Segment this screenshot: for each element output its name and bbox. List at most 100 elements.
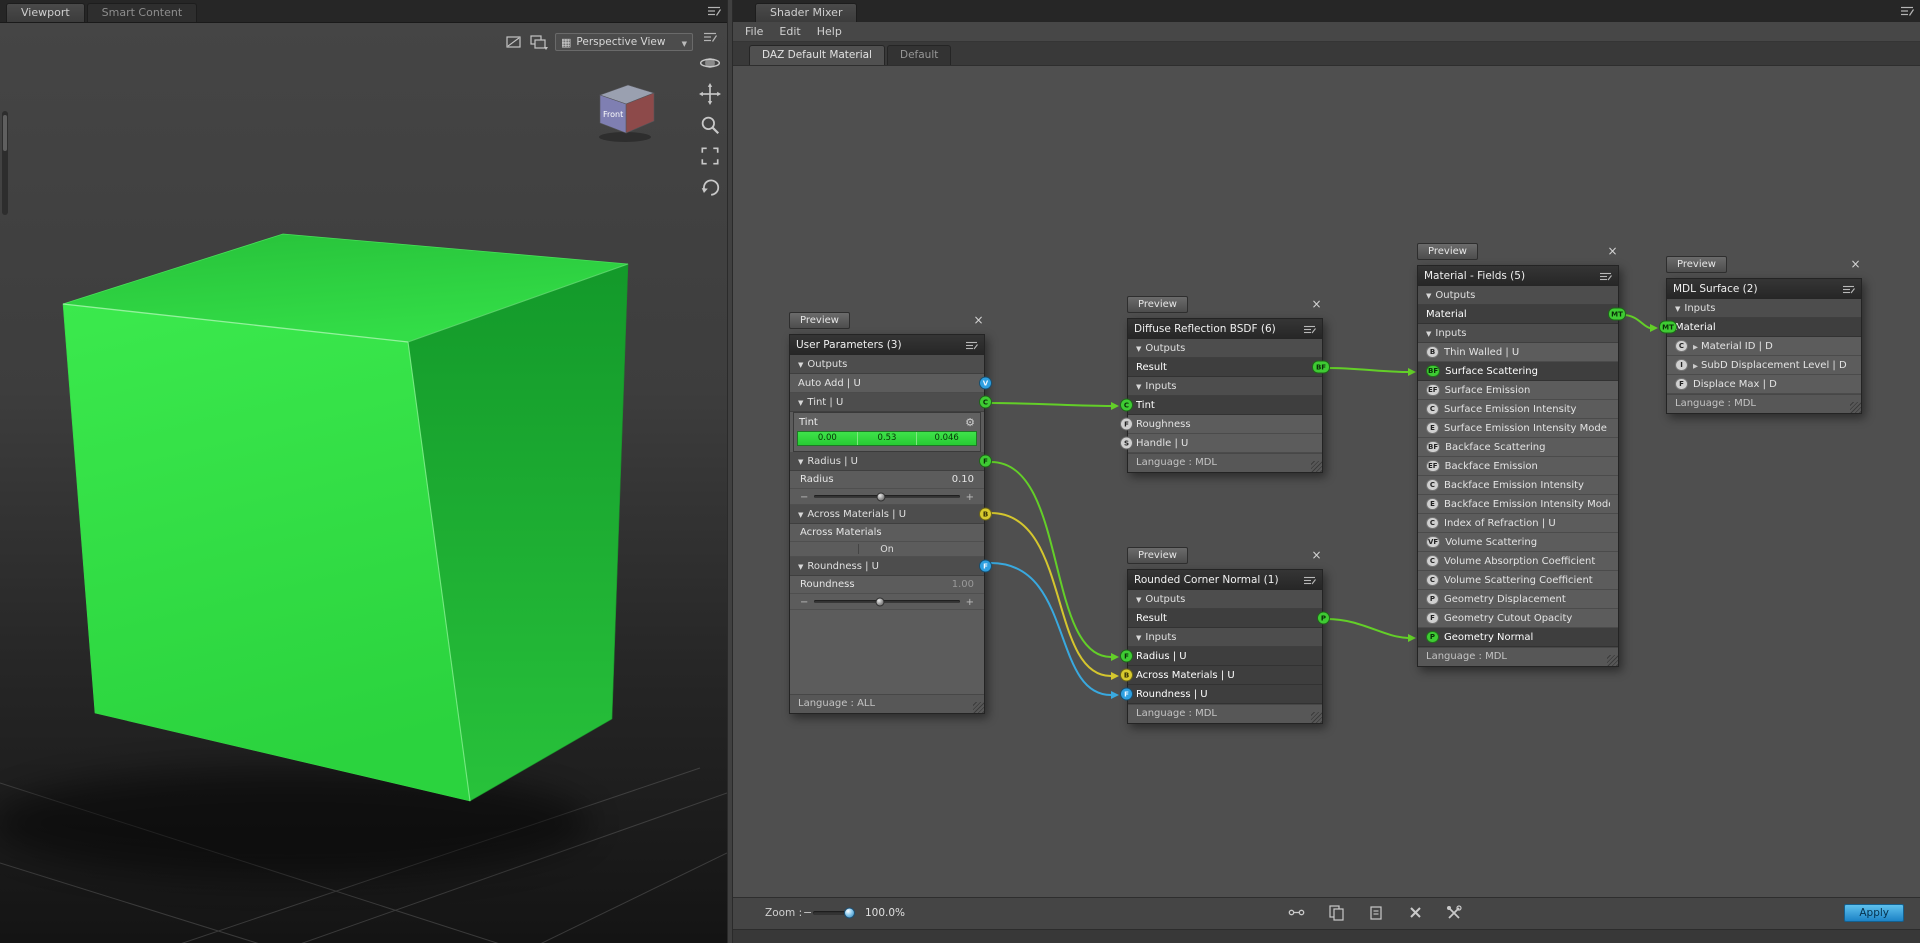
viewport-3d[interactable]: Perspective View xyxy=(0,22,727,943)
node-menu-icon[interactable] xyxy=(1600,272,1612,281)
socket-badge[interactable]: C xyxy=(1426,574,1439,586)
socket-badge[interactable]: BF xyxy=(1426,365,1441,377)
resize-grip[interactable] xyxy=(1311,712,1322,723)
socket-badge[interactable]: EF xyxy=(1426,384,1440,396)
socket-badge[interactable]: C xyxy=(1426,517,1439,529)
node-menu-icon[interactable] xyxy=(1843,285,1855,294)
node-title-bar[interactable]: MDL Surface (2) xyxy=(1667,279,1861,299)
node-row[interactable]: C Volume Absorption Coefficient xyxy=(1418,552,1618,571)
output-socket[interactable]: BF xyxy=(1312,360,1330,374)
node-title-bar[interactable]: User Parameters (3) xyxy=(790,335,984,355)
panel-menu-icon[interactable] xyxy=(1900,5,1914,17)
node-menu-icon[interactable] xyxy=(1304,325,1316,334)
node-row[interactable]: Radius | U F xyxy=(1120,647,1322,666)
roundness-section-row[interactable]: Roundness | U F xyxy=(790,557,992,576)
input-socket[interactable]: S xyxy=(1120,436,1133,450)
node-title-bar[interactable]: Diffuse Reflection BSDF (6) xyxy=(1128,319,1322,339)
tab-default[interactable]: Default xyxy=(886,45,952,65)
node-row[interactable]: F Geometry Cutout Opacity xyxy=(1418,609,1618,628)
tint-section-row[interactable]: Tint | U C xyxy=(790,393,992,412)
socket-badge[interactable]: E xyxy=(1426,498,1439,510)
node-menu-icon[interactable] xyxy=(966,341,978,350)
viewport-scrollbar[interactable] xyxy=(2,111,8,215)
node-row[interactable]: Outputs xyxy=(1128,590,1322,609)
frame-view-icon[interactable] xyxy=(699,145,721,167)
slider-plus-icon[interactable] xyxy=(966,595,974,608)
node-title-bar[interactable]: Rounded Corner Normal (1) xyxy=(1128,570,1322,590)
preview-button[interactable]: Preview xyxy=(1127,547,1188,564)
auto-add-row[interactable]: Auto Add | U V xyxy=(790,374,992,393)
node-row[interactable]: E Backface Emission Intensity Mode | U xyxy=(1418,495,1618,514)
node-row[interactable]: Inputs xyxy=(1128,377,1322,396)
apply-button[interactable]: Apply xyxy=(1844,904,1904,922)
socket-badge[interactable]: F xyxy=(1675,378,1688,390)
socket-badge[interactable]: BF xyxy=(1426,441,1441,453)
node-row[interactable]: Outputs xyxy=(1418,286,1618,305)
node-row[interactable]: Outputs xyxy=(1128,339,1322,358)
node-row[interactable]: P Geometry Displacement xyxy=(1418,590,1618,609)
socket-badge[interactable]: F xyxy=(1426,612,1439,624)
close-node-icon[interactable] xyxy=(972,314,985,327)
camera-options-icon[interactable] xyxy=(529,34,549,50)
node-row[interactable]: Roundness | U F xyxy=(1120,685,1322,704)
node-material-fields[interactable]: Preview Material - Fields (5) xyxy=(1417,243,1626,667)
output-socket[interactable]: MT xyxy=(1608,307,1626,321)
tab-shader-mixer[interactable]: Shader Mixer xyxy=(755,3,858,22)
slider-minus-icon[interactable] xyxy=(800,595,808,608)
node-row[interactable]: Tint C xyxy=(1120,396,1322,415)
node-row[interactable]: Inputs xyxy=(1667,299,1861,318)
node-row[interactable]: VF Volume Scattering xyxy=(1418,533,1618,552)
viewport-options-icon[interactable] xyxy=(703,31,717,43)
node-row[interactable]: Handle | U S xyxy=(1120,434,1322,453)
node-row[interactable]: Inputs xyxy=(1128,628,1322,647)
socket-badge[interactable]: C xyxy=(1426,555,1439,567)
node-row[interactable]: B Thin Walled | U xyxy=(1418,343,1618,362)
preview-button[interactable]: Preview xyxy=(789,312,850,329)
radius-section-row[interactable]: Radius | U F xyxy=(790,452,992,471)
aim-reset-icon[interactable] xyxy=(699,176,721,198)
node-row[interactable]: C Backface Emission Intensity xyxy=(1418,476,1618,495)
output-socket[interactable]: F xyxy=(979,559,992,573)
close-node-icon[interactable] xyxy=(1310,298,1323,311)
node-row[interactable]: C Material ID | D xyxy=(1667,337,1861,356)
input-socket[interactable]: C xyxy=(1120,398,1133,412)
camera-view-dropdown[interactable]: Perspective View xyxy=(555,33,693,51)
node-row[interactable]: EF Surface Emission xyxy=(1418,381,1618,400)
node-row[interactable]: Result BF xyxy=(1128,358,1330,377)
pan-icon[interactable] xyxy=(699,83,721,105)
node-row[interactable]: C Surface Emission Intensity xyxy=(1418,400,1618,419)
node-row[interactable]: Result P xyxy=(1128,609,1330,628)
node-row[interactable]: I SubD Displacement Level | D xyxy=(1667,356,1861,375)
node-row[interactable]: Material MT xyxy=(1659,318,1861,337)
view-navigation-cube[interactable]: Front xyxy=(588,79,662,143)
node-menu-icon[interactable] xyxy=(1304,576,1316,585)
roundness-slider[interactable] xyxy=(790,594,984,610)
scrollbar-thumb[interactable] xyxy=(3,115,7,151)
menu-edit[interactable]: Edit xyxy=(771,25,808,38)
socket-badge[interactable]: B xyxy=(1426,346,1439,358)
node-user-parameters[interactable]: Preview User Parameters (3) xyxy=(789,312,992,714)
node-row[interactable]: E Surface Emission Intensity Mode | U ( xyxy=(1418,419,1618,438)
node-row[interactable]: Roughness F xyxy=(1120,415,1322,434)
node-rounded-corner-normal[interactable]: Preview Rounded Corner Normal (1) xyxy=(1120,547,1330,724)
tint-color-widget[interactable]: Tint 0.00 0.53 0.046 xyxy=(793,412,981,452)
outputs-section-row[interactable]: Outputs xyxy=(790,355,984,374)
output-socket[interactable]: P xyxy=(1317,611,1330,625)
close-node-icon[interactable] xyxy=(1310,549,1323,562)
output-socket[interactable]: V xyxy=(979,376,992,390)
node-row[interactable]: Material MT xyxy=(1418,305,1626,324)
resize-grip[interactable] xyxy=(973,702,984,713)
node-row[interactable]: BF Surface Scattering xyxy=(1418,362,1618,381)
output-socket[interactable]: C xyxy=(979,395,992,409)
paste-icon[interactable] xyxy=(1368,904,1385,921)
menu-help[interactable]: Help xyxy=(809,25,850,38)
node-title-bar[interactable]: Material - Fields (5) xyxy=(1418,266,1618,286)
node-row[interactable]: C Index of Refraction | U xyxy=(1418,514,1618,533)
aspect-frame-icon[interactable] xyxy=(505,34,523,50)
close-node-icon[interactable] xyxy=(1849,258,1862,271)
slider-handle[interactable] xyxy=(876,492,886,501)
zoom-out-button[interactable]: − xyxy=(803,906,812,919)
output-socket[interactable]: B xyxy=(979,507,992,521)
socket-badge[interactable]: EF xyxy=(1426,460,1440,472)
panel-menu-icon[interactable] xyxy=(707,5,721,17)
